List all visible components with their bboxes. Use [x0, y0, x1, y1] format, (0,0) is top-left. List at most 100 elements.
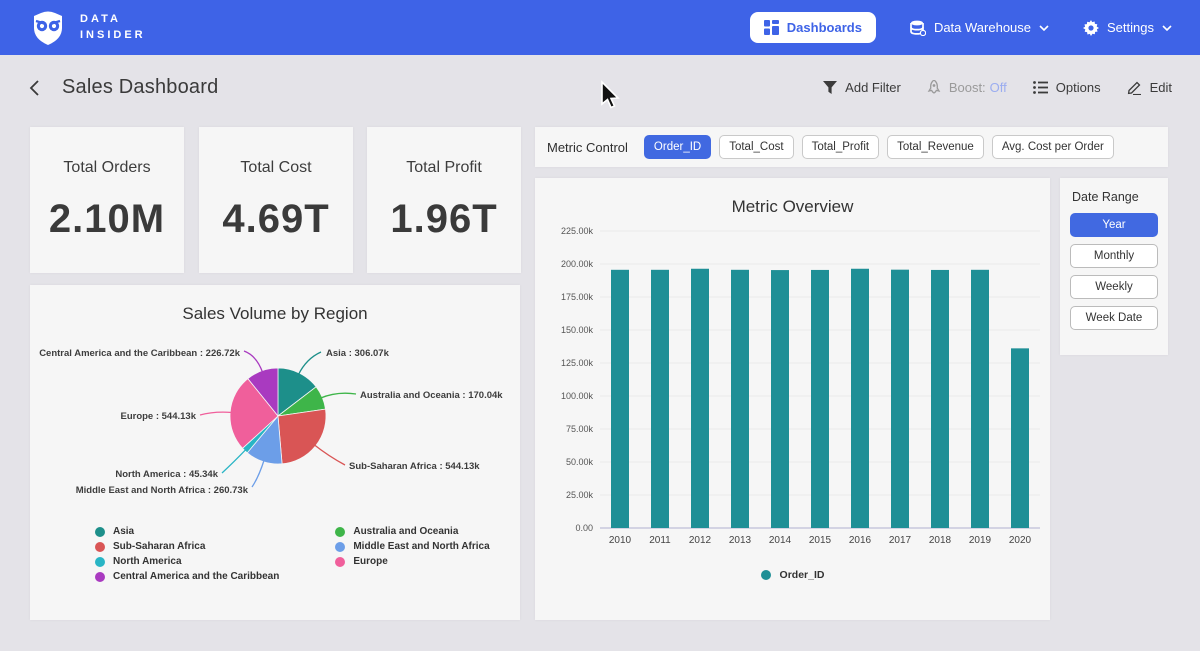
brand: DATA INSIDER	[28, 8, 146, 48]
metric-button-total-profit[interactable]: Total_Profit	[802, 135, 880, 159]
edit-label: Edit	[1150, 80, 1172, 95]
legend-dot	[95, 527, 105, 537]
legend-dot	[335, 542, 345, 552]
database-icon	[910, 20, 926, 36]
legend-item-middle-east-north-africa[interactable]: Middle East and North Africa	[335, 541, 489, 552]
pie-callout-line	[244, 351, 263, 373]
pie-callout-label: North America : 45.34k	[115, 469, 218, 480]
pie-callout-line	[200, 412, 232, 415]
pie-legend: Asia Sub-Saharan Africa North America Ce…	[30, 526, 520, 582]
bar-2010[interactable]	[611, 270, 629, 528]
bar-2016[interactable]	[851, 269, 869, 528]
boost-value: Off	[990, 80, 1007, 95]
nav-dashboards-button[interactable]: Dashboards	[750, 12, 876, 43]
legend-item-asia[interactable]: Asia	[95, 526, 279, 537]
y-tick-label: 125.00k	[561, 358, 594, 368]
legend-item-north-america[interactable]: North America	[95, 556, 279, 567]
kpi-label: Total Orders	[63, 159, 150, 177]
x-tick-label: 2014	[769, 535, 792, 546]
metric-button-avg-cost-per-order[interactable]: Avg. Cost per Order	[992, 135, 1114, 159]
legend-label: Europe	[353, 556, 387, 567]
top-nav-menu: Dashboards Data Warehouse Settings	[750, 12, 1172, 43]
legend-item-central-america[interactable]: Central America and the Caribbean	[95, 571, 279, 582]
bar-chart-svg: 0.0025.00k50.00k75.00k100.00k125.00k150.…	[535, 217, 1050, 552]
bar-2012[interactable]	[691, 269, 709, 528]
pie-callout-label: Sub-Saharan Africa : 544.13k	[349, 461, 480, 472]
add-filter-label: Add Filter	[845, 80, 901, 95]
pie-callout-line	[314, 445, 345, 465]
kpi-label: Total Profit	[406, 159, 482, 177]
brand-line-1: DATA	[80, 12, 146, 28]
kpi-card-total-orders: Total Orders 2.10M	[30, 127, 184, 273]
bar-2013[interactable]	[731, 270, 749, 528]
boost-label: Boost:	[949, 80, 986, 95]
legend-dot	[335, 527, 345, 537]
pie-chart-title: Sales Volume by Region	[30, 285, 520, 324]
x-tick-label: 2019	[969, 535, 992, 546]
kpi-value: 2.10M	[49, 197, 165, 242]
pie-callout-label: Europe : 544.13k	[120, 411, 196, 422]
bar-2011[interactable]	[651, 270, 669, 528]
chevron-down-icon	[1162, 25, 1172, 31]
boost-toggle[interactable]: Boost: Off	[927, 80, 1007, 95]
add-filter-button[interactable]: Add Filter	[823, 80, 901, 95]
bar-2018[interactable]	[931, 270, 949, 528]
bar-chart-legend[interactable]: Order_ID	[535, 569, 1050, 581]
x-tick-label: 2020	[1009, 535, 1032, 546]
bar-2017[interactable]	[891, 270, 909, 528]
legend-label: Order_ID	[780, 569, 825, 581]
x-tick-label: 2016	[849, 535, 872, 546]
bar-2020[interactable]	[1011, 348, 1029, 528]
date-range-week-date-button[interactable]: Week Date	[1070, 306, 1158, 330]
owl-logo-icon	[28, 8, 68, 48]
bar-chart-title: Metric Overview	[535, 178, 1050, 217]
bar-2014[interactable]	[771, 270, 789, 528]
date-range-year-button[interactable]: Year	[1070, 213, 1158, 237]
legend-label: North America	[113, 556, 182, 567]
options-button[interactable]: Options	[1033, 80, 1101, 95]
pie-callout-label: Central America and the Caribbean : 226.…	[39, 348, 241, 359]
legend-label: Asia	[113, 526, 134, 537]
pie-callout-line	[320, 393, 356, 398]
metric-control-bar: Metric Control Order_ID Total_Cost Total…	[535, 127, 1168, 167]
kpi-label: Total Cost	[240, 159, 311, 177]
edit-button[interactable]: Edit	[1127, 80, 1172, 95]
x-tick-label: 2010	[609, 535, 632, 546]
metric-button-total-cost[interactable]: Total_Cost	[719, 135, 793, 159]
nav-data-warehouse-label: Data Warehouse	[934, 20, 1031, 35]
date-range-monthly-button[interactable]: Monthly	[1070, 244, 1158, 268]
nav-data-warehouse-menu[interactable]: Data Warehouse	[910, 20, 1049, 36]
nav-settings-menu[interactable]: Settings	[1083, 20, 1172, 36]
edit-pencil-icon	[1127, 80, 1142, 95]
legend-item-sub-saharan-africa[interactable]: Sub-Saharan Africa	[95, 541, 279, 552]
y-tick-label: 150.00k	[561, 325, 594, 335]
y-tick-label: 100.00k	[561, 391, 594, 401]
options-label: Options	[1056, 80, 1101, 95]
metric-button-total-revenue[interactable]: Total_Revenue	[887, 135, 984, 159]
kpi-card-total-profit: Total Profit 1.96T	[367, 127, 521, 273]
legend-item-australia-oceania[interactable]: Australia and Oceania	[335, 526, 489, 537]
metric-button-order-id[interactable]: Order_ID	[644, 135, 711, 159]
pie-slice-2[interactable]	[278, 409, 326, 464]
page-title: Sales Dashboard	[62, 76, 218, 99]
y-tick-label: 225.00k	[561, 226, 594, 236]
legend-item-europe[interactable]: Europe	[335, 556, 489, 567]
bar-2019[interactable]	[971, 270, 989, 528]
bar-2015[interactable]	[811, 270, 829, 528]
x-tick-label: 2011	[649, 535, 671, 546]
pie-callout-line	[298, 352, 321, 375]
legend-dot	[95, 572, 105, 582]
legend-dot	[95, 557, 105, 567]
y-tick-label: 50.00k	[566, 457, 594, 467]
legend-label: Australia and Oceania	[353, 526, 458, 537]
date-range-weekly-button[interactable]: Weekly	[1070, 275, 1158, 299]
kpi-value: 1.96T	[390, 197, 497, 242]
y-tick-label: 0.00	[575, 523, 593, 533]
pie-callout-line	[252, 460, 264, 487]
nav-dashboards-label: Dashboards	[787, 20, 862, 35]
bar-chart-card: Metric Overview 0.0025.00k50.00k75.00k10…	[535, 178, 1050, 620]
options-list-icon	[1033, 81, 1048, 94]
x-tick-label: 2013	[729, 535, 752, 546]
pie-callout-label: Asia : 306.07k	[326, 348, 390, 359]
back-icon[interactable]	[28, 79, 40, 97]
